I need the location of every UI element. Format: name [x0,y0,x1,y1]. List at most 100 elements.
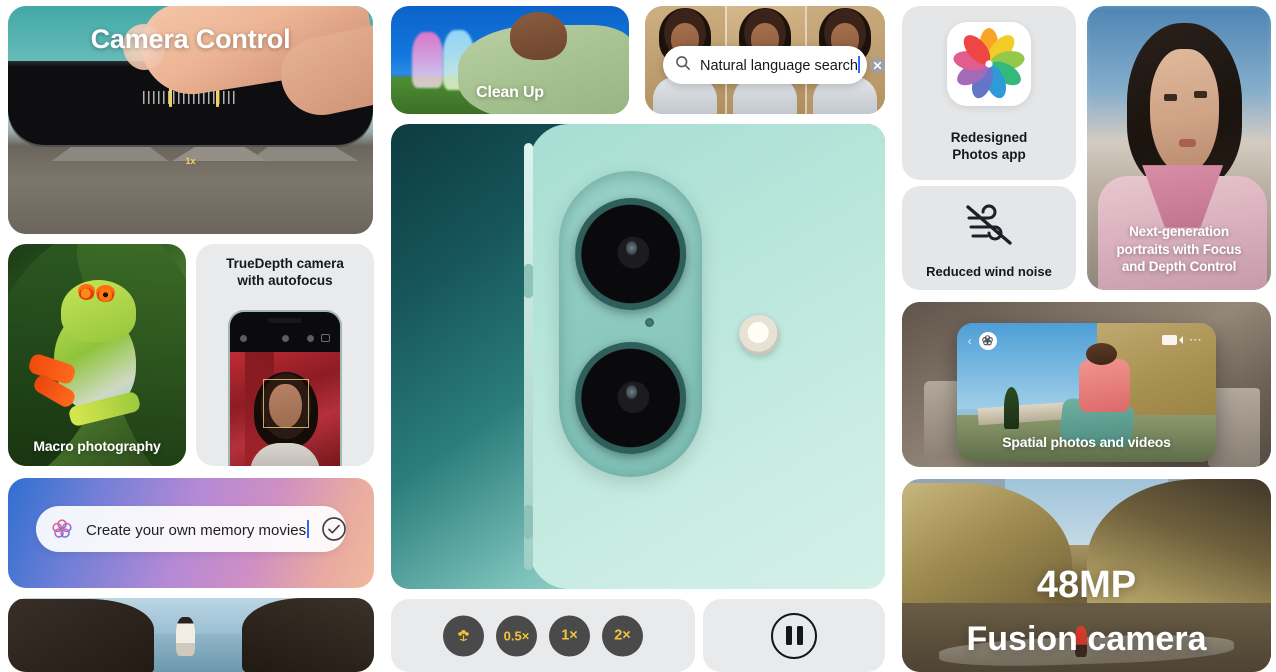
fireplace-mantle [1208,387,1260,467]
subject-eye [1193,91,1207,98]
panel-zoom-controls[interactable]: 0.5× 1× 2× [391,599,695,672]
portraits-caption-line3: and Depth Control [1121,259,1237,275]
pause-bar [785,626,792,645]
subject-eye [1164,94,1178,101]
subject-shirt [1078,359,1131,413]
panel-hero-camera-module[interactable] [391,124,885,589]
panel-redesigned-photos-app[interactable]: Redesigned Photos app [902,6,1076,180]
feature-collage-board: 1x Camera Control Macro photography True… [0,0,1276,672]
text-caret [307,519,310,538]
apple-intelligence-icon [50,517,74,541]
camera-ui-status-row [230,332,340,346]
panel-clean-up[interactable]: Clean Up [391,6,629,114]
frog-eye [97,288,114,302]
zoom-button-0-5x[interactable]: 0.5× [496,615,537,656]
panel-macro-photography[interactable]: Macro photography [8,244,186,466]
phone-mockup [228,310,342,466]
panel-memory-movies[interactable]: Create your own memory movies [8,478,374,588]
photos-app-label-line1: Redesigned [950,130,1028,146]
panel-natural-language-search[interactable]: Natural language search [645,6,885,114]
apple-intelligence-icon[interactable] [978,331,997,350]
check-circle-icon[interactable] [321,516,347,542]
fusion-camera-line1: 48MP [1036,563,1137,606]
slider-tick [216,88,220,107]
floor-lamp [924,381,962,458]
photos-app-label-line2: Photos app [952,147,1026,163]
caption-macro-photography: Macro photography [33,438,161,454]
chevron-up-icon[interactable] [282,335,289,342]
removed-subject-glow [412,31,444,89]
camera-lens-wide [574,198,687,310]
camera-viewfinder [230,352,340,466]
flower-macro-icon [458,629,469,641]
live-photo-icon[interactable] [321,334,330,342]
panel-heading-truedepth: TrueDepth camera with autofocus [196,256,374,290]
rock-shape [8,599,155,672]
rail-antenna-line [524,263,534,298]
memory-movies-value: Create your own memory movies [86,521,307,539]
pause-circle-icon[interactable] [771,612,817,659]
zoom-button-2x[interactable]: 2× [602,615,643,656]
frog-head [61,279,137,342]
panel-title-camera-control: Camera Control [90,24,291,54]
person-silhouette [176,617,195,656]
settings-dot-icon[interactable] [307,335,314,342]
sea-backdrop [139,633,250,672]
spatial-ui-right: ⋯ [1161,332,1203,348]
video-camera-icon[interactable] [1161,334,1183,345]
panel-truedepth-camera[interactable]: TrueDepth camera with autofocus [196,244,374,466]
search-value: Natural language search [700,58,858,74]
memory-movies-text: Create your own memory movies [86,519,310,539]
chevron-left-icon[interactable]: ‹ [968,334,972,348]
clear-circle-icon[interactable] [869,57,885,74]
zoom-level-label: 1x [185,156,196,166]
zoom-button-row: 0.5× 1× 2× [391,615,695,656]
caption-next-generation-portraits: Next-generation portraits with Focus and… [1087,223,1271,276]
panel-beach-photo[interactable] [8,598,374,672]
camera-island [558,170,703,478]
phone-notch [268,318,302,323]
rock-shape [242,598,374,672]
panel-camera-control[interactable]: 1x Camera Control [8,6,373,234]
caption-clean-up: Clean Up [476,84,544,101]
search-icon [675,55,691,76]
search-input[interactable]: Natural language search [663,46,885,84]
spatial-ui-left: ‹ [968,331,997,350]
zoom-button-1x[interactable]: 1× [549,615,590,656]
truedepth-heading-line1: TrueDepth camera [226,256,344,271]
caption-spatial-photos: Spatial photos and videos [1002,434,1171,451]
fusion-camera-line2: Fusion camera [966,619,1207,658]
camera-lens-ultrawide [574,342,687,455]
lens-highlight [626,240,638,256]
flash-icon[interactable] [240,335,247,342]
subject-head [510,12,568,60]
more-dots-icon[interactable]: ⋯ [1189,332,1203,348]
slider-tick [168,88,172,107]
subject-face [1149,48,1220,174]
pause-bar [796,626,803,645]
panel-pause-control[interactable] [703,599,885,672]
frog-eye [79,288,95,300]
apple-photos-icon[interactable] [947,22,1031,106]
tree-shape [1003,387,1020,429]
zoom-button-macro[interactable] [443,615,484,656]
autofocus-box [263,379,310,429]
subject-lips [1179,139,1196,147]
portraits-caption-line2: portraits with Focus [1116,241,1242,257]
lens-highlight [626,384,638,400]
panel-spatial-photos[interactable]: ‹ ⋯ Spatial photos and videos [902,302,1271,467]
panel-reduced-wind-noise[interactable]: Reduced wind noise [902,186,1076,290]
text-caret [858,56,860,73]
wind-slash-icon [961,200,1017,248]
rail-antenna-line [524,505,534,540]
camera-flash-icon [739,314,780,355]
search-text: Natural language search [700,56,860,74]
panel-label-wind-noise: Reduced wind noise [926,264,1052,279]
portraits-caption-line1: Next-generation [1129,224,1229,240]
panel-label-photos-app: Redesigned Photos app [902,130,1076,164]
panel-48mp-fusion-camera[interactable]: 48MP Fusion camera [902,479,1271,672]
spatial-video-window: ‹ ⋯ Spatial photos and videos [957,323,1216,463]
memory-movies-input-field[interactable]: Create your own memory movies [36,506,346,552]
panel-next-generation-portraits[interactable]: Next-generation portraits with Focus and… [1087,6,1271,290]
microphone-dot-icon [644,317,654,327]
